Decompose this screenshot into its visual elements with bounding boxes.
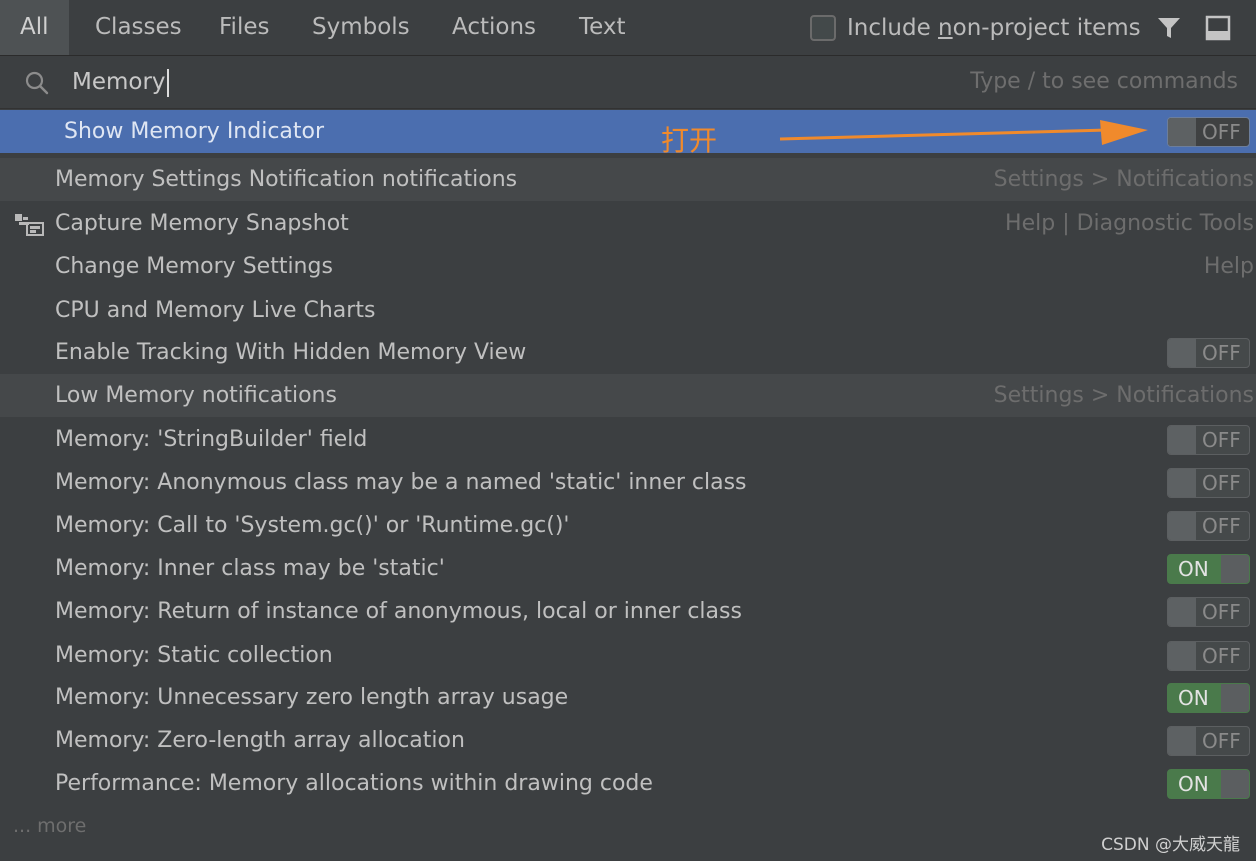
list-item-label: Memory: Call to 'System.gc()' or 'Runtim… [55, 513, 570, 538]
annotation-arrow-icon [779, 120, 1148, 145]
list-item-label: Memory: Static collection [55, 643, 333, 668]
toggle-switch[interactable]: ON [1167, 769, 1250, 799]
toggle-switch[interactable]: OFF [1167, 511, 1250, 541]
tab-text[interactable]: Text [561, 0, 644, 55]
toggle-knob [1168, 727, 1196, 755]
toggle-switch[interactable]: OFF [1167, 641, 1250, 671]
toggle-state: OFF [1202, 428, 1241, 452]
list-item-label: Memory: Inner class may be 'static' [55, 556, 445, 581]
toggle-switch[interactable]: OFF [1167, 425, 1250, 455]
list-item-location: Settings > Notifications [993, 167, 1254, 192]
list-item-label: Memory: Zero-length array allocation [55, 728, 465, 753]
toggle-state: OFF [1202, 644, 1241, 668]
list-item[interactable]: Low Memory notifications Settings > Noti… [0, 374, 1256, 417]
list-item-label: Enable Tracking With Hidden Memory View [55, 340, 527, 365]
list-item-location: Settings > Notifications [993, 383, 1254, 408]
list-item-label: CPU and Memory Live Charts [55, 298, 376, 323]
list-item-label: Memory: Return of instance of anonymous,… [55, 599, 742, 624]
list-item-label: Performance: Memory allocations within d… [55, 771, 653, 796]
preview-panel-icon[interactable] [1205, 15, 1231, 41]
include-non-project-checkbox[interactable] [810, 15, 836, 41]
toggle-state: ON [1178, 686, 1209, 710]
list-item-label: Change Memory Settings [55, 254, 333, 279]
list-item[interactable]: Enable Tracking With Hidden Memory View … [0, 331, 1256, 374]
toggle-knob [1168, 339, 1196, 367]
list-item-label: Memory: Anonymous class may be a named '… [55, 470, 747, 495]
toggle-knob [1168, 642, 1196, 670]
list-item[interactable]: Memory: Return of instance of anonymous,… [0, 590, 1256, 633]
snapshot-icon [15, 214, 44, 236]
toggle-knob [1221, 770, 1249, 798]
search-input[interactable]: Memory [72, 66, 169, 98]
list-item[interactable]: Memory: Unnecessary zero length array us… [0, 676, 1256, 719]
list-item[interactable]: Change Memory Settings Help [0, 245, 1256, 288]
list-item-label: Show Memory Indicator [64, 119, 325, 144]
list-item-label: Low Memory notifications [55, 383, 337, 408]
toggle-knob [1221, 684, 1249, 712]
list-item-location: Help | Diagnostic Tools [1005, 211, 1254, 236]
include-non-project-option[interactable]: Include non-project items [810, 14, 1141, 42]
search-everywhere-tabbar: All Classes Files Symbols Actions Text I… [0, 0, 1256, 56]
list-item-label: Memory: Unnecessary zero length array us… [55, 685, 569, 710]
toggle-knob [1168, 118, 1196, 146]
tab-all[interactable]: All [0, 0, 69, 55]
toggle-switch[interactable]: OFF [1167, 597, 1250, 627]
include-non-project-label: Include non-project items [847, 15, 1141, 41]
toggle-state: ON [1178, 772, 1209, 796]
tab-files[interactable]: Files [201, 0, 287, 55]
toggle-switch[interactable]: OFF [1167, 468, 1250, 498]
toggle-state: OFF [1202, 600, 1241, 624]
list-item[interactable]: Memory: 'StringBuilder' field OFF [0, 418, 1256, 461]
list-item-location: Help [1203, 254, 1254, 279]
list-item[interactable]: Memory: Anonymous class may be a named '… [0, 461, 1256, 504]
toggle-switch[interactable]: OFF [1167, 117, 1250, 147]
more-results-link[interactable]: ... more [13, 815, 86, 837]
watermark: CSDN @大威天龍 [1101, 835, 1240, 855]
list-item[interactable]: Capture Memory Snapshot Help | Diagnosti… [0, 202, 1256, 245]
list-item[interactable]: Memory: Inner class may be 'static' ON [0, 547, 1256, 590]
toggle-switch[interactable]: OFF [1167, 338, 1250, 368]
tab-classes[interactable]: Classes [77, 0, 200, 55]
toggle-knob [1168, 469, 1196, 497]
filter-icon[interactable] [1156, 15, 1182, 41]
toggle-knob [1168, 512, 1196, 540]
toggle-state: OFF [1202, 341, 1241, 365]
toggle-switch[interactable]: ON [1167, 554, 1250, 584]
tab-symbols[interactable]: Symbols [294, 0, 428, 55]
list-item-label: Memory: 'StringBuilder' field [55, 427, 368, 452]
list-item[interactable]: Memory: Zero-length array allocation OFF [0, 719, 1256, 762]
search-hint: Type / to see commands [970, 69, 1238, 94]
toggle-switch[interactable]: ON [1167, 683, 1250, 713]
toggle-knob [1221, 555, 1249, 583]
search-icon [25, 71, 49, 95]
list-item-label: Memory Settings Notification notificatio… [55, 167, 518, 192]
toggle-switch[interactable]: OFF [1167, 726, 1250, 756]
toggle-state: ON [1178, 557, 1209, 581]
toggle-state: OFF [1202, 471, 1241, 495]
tab-actions[interactable]: Actions [434, 0, 554, 55]
text-caret [166, 68, 169, 97]
list-item[interactable]: CPU and Memory Live Charts [0, 289, 1256, 332]
list-item[interactable]: Memory: Static collection OFF [0, 634, 1256, 677]
list-item[interactable]: Performance: Memory allocations within d… [0, 762, 1256, 805]
toggle-knob [1168, 426, 1196, 454]
list-item-label: Capture Memory Snapshot [55, 211, 349, 236]
list-item[interactable]: Memory: Call to 'System.gc()' or 'Runtim… [0, 504, 1256, 547]
toggle-state: OFF [1202, 729, 1241, 753]
toggle-knob [1168, 598, 1196, 626]
toggle-state: OFF [1202, 514, 1241, 538]
search-row: Memory Type / to see commands [0, 56, 1256, 109]
list-item[interactable]: Memory Settings Notification notificatio… [0, 158, 1256, 201]
toggle-state: OFF [1202, 120, 1241, 144]
annotation-text: 打开 [661, 124, 718, 157]
